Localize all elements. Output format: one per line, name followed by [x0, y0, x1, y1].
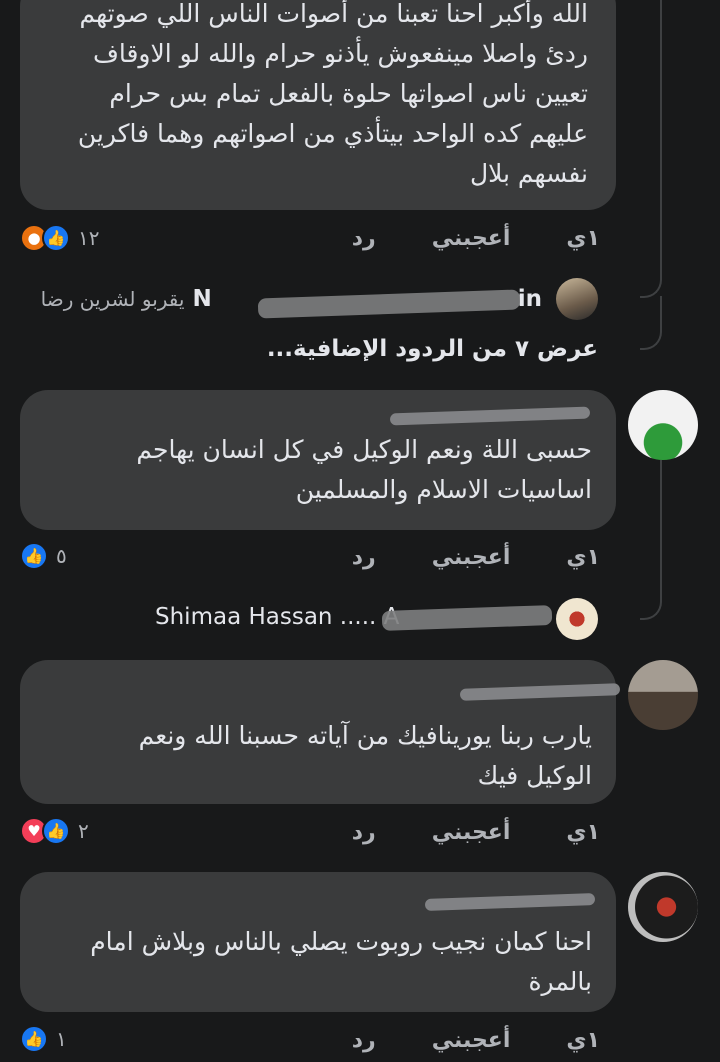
reply-button[interactable]: رد — [352, 545, 376, 570]
like-button[interactable]: أعجبني — [432, 226, 511, 251]
avatar[interactable] — [628, 660, 698, 730]
reaction-count: ١٢ — [78, 226, 100, 250]
comment-bubble: يارب ربنا يورينافيك من آياته حسبنا الله … — [20, 660, 616, 804]
thumbs-up-icon: 👍 — [20, 1025, 48, 1053]
thread-line — [640, 460, 662, 620]
avatar[interactable] — [628, 872, 698, 942]
time-label: ١ي — [566, 820, 600, 845]
reply-button[interactable]: رد — [352, 226, 376, 251]
reply-author: Shimaa Hassan ..... A — [155, 604, 400, 630]
time-label: ١ي — [566, 545, 600, 570]
reaction-summary[interactable]: ● 👍 ١٢ — [20, 224, 99, 252]
reply-button[interactable]: رد — [352, 1028, 376, 1053]
reaction-count: ٢ — [78, 819, 89, 843]
view-more-replies[interactable]: عرض ٧ من الردود الإضافية... — [267, 336, 598, 362]
comment-actions: ١ي أعجبني رد — [352, 226, 600, 251]
thread-line — [640, 0, 662, 298]
like-button[interactable]: أعجبني — [432, 820, 511, 845]
thumbs-up-icon: 👍 — [20, 542, 48, 570]
reply-snippet: يقربو لشرين رضا — [40, 287, 185, 311]
thread-line — [640, 296, 662, 350]
comment-text: حسبى اللة ونعم الوكيل في كل انسان يهاجم … — [136, 435, 592, 504]
comment-text: يارب ربنا يورينافيك من آياته حسبنا الله … — [138, 721, 592, 790]
thumbs-up-icon: 👍 — [42, 817, 70, 845]
comment-actions: ١ي أعجبني رد — [352, 820, 600, 845]
time-label: ١ي — [566, 226, 600, 251]
avatar[interactable] — [556, 598, 598, 640]
comment-bubble: احنا كمان نجيب روبوت يصلي بالناس وبلاش ا… — [20, 872, 616, 1012]
thumbs-up-icon: 👍 — [42, 224, 70, 252]
redaction-scribble — [381, 605, 553, 631]
reaction-summary[interactable]: ♥ 👍 ٢ — [20, 817, 89, 845]
reply-button[interactable]: رد — [352, 820, 376, 845]
reply-author-suffix: in — [517, 286, 542, 312]
like-button[interactable]: أعجبني — [432, 1028, 511, 1053]
reply-author-prefix: N — [192, 286, 212, 312]
comment-bubble: الله وأكبر احنا تعبنا من أصوات الناس الل… — [20, 0, 616, 210]
reaction-count: ٥ — [56, 544, 67, 568]
time-label: ١ي — [566, 1028, 600, 1053]
comment-text: احنا كمان نجيب روبوت يصلي بالناس وبلاش ا… — [90, 927, 592, 996]
reaction-count: ١ — [56, 1027, 67, 1051]
reaction-summary[interactable]: 👍 ٥ — [20, 542, 67, 570]
comment-text: الله وأكبر احنا تعبنا من أصوات الناس الل… — [77, 0, 588, 188]
comment-actions: ١ي أعجبني رد — [352, 1028, 600, 1053]
reaction-summary[interactable]: 👍 ١ — [20, 1025, 67, 1053]
avatar[interactable] — [628, 390, 698, 460]
like-button[interactable]: أعجبني — [432, 545, 511, 570]
avatar[interactable] — [556, 278, 598, 320]
reply-preview[interactable]: Shimaa Hassan ..... A — [155, 604, 399, 630]
comment-actions: ١ي أعجبني رد — [352, 545, 600, 570]
